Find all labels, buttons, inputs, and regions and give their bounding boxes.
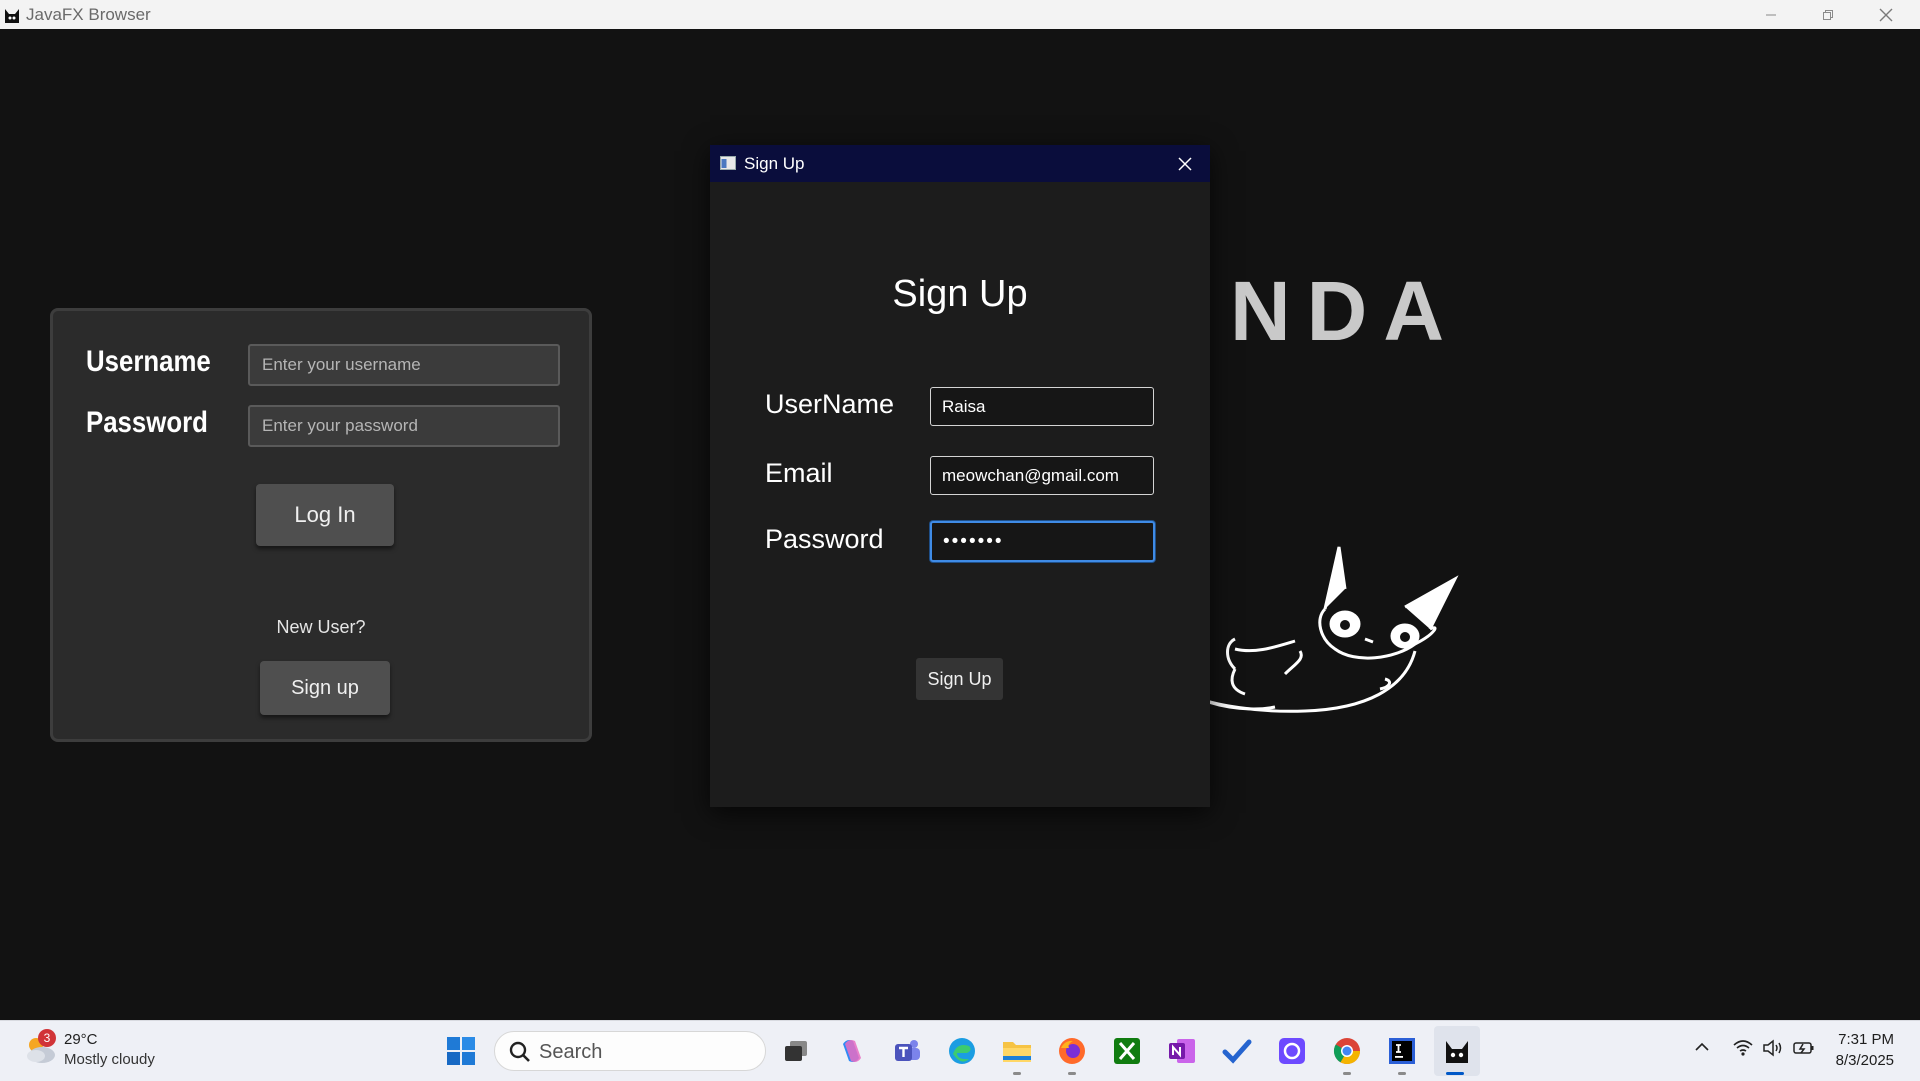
- volume-control[interactable]: [1762, 1039, 1784, 1062]
- active-indicator: [1446, 1072, 1464, 1075]
- search-icon: [509, 1041, 530, 1062]
- close-icon: [1879, 8, 1893, 21]
- teams-icon: [895, 1040, 920, 1061]
- login-button[interactable]: Log In: [256, 484, 394, 546]
- weather-notification-badge: 3: [38, 1029, 56, 1047]
- signup-username-input[interactable]: [930, 387, 1154, 426]
- onenote-icon: [1169, 1039, 1195, 1063]
- window-title: JavaFX Browser: [26, 5, 151, 24]
- xbox-icon: [1114, 1038, 1140, 1064]
- running-indicator: [1398, 1072, 1406, 1075]
- taskbar-todo[interactable]: [1219, 1033, 1255, 1069]
- running-indicator: [1068, 1072, 1076, 1075]
- show-hidden-icons-button[interactable]: [1694, 1039, 1710, 1060]
- running-indicator: [1343, 1072, 1351, 1075]
- dialog-close-button[interactable]: [1172, 151, 1198, 177]
- app-content: NDA Username Password Log In New User? S…: [0, 29, 1920, 1020]
- taskbar-file-explorer[interactable]: [999, 1033, 1035, 1069]
- username-label: Username: [86, 345, 211, 378]
- brand-logo-text: NDA: [1230, 264, 1460, 358]
- start-button[interactable]: [443, 1033, 479, 1069]
- weather-condition: Mostly cloudy: [64, 1051, 155, 1068]
- restore-button[interactable]: [1800, 0, 1856, 29]
- signup-dialog: Sign Up Sign Up UserName Email Password …: [710, 145, 1210, 807]
- dialog-titlebar: Sign Up: [710, 145, 1210, 182]
- taskbar-xbox[interactable]: [1109, 1033, 1145, 1069]
- battery-status[interactable]: [1792, 1039, 1816, 1062]
- password-label: Password: [86, 406, 208, 439]
- folder-icon: [1003, 1042, 1031, 1062]
- wifi-icon: [1733, 1040, 1753, 1056]
- signup-submit-button[interactable]: Sign Up: [916, 658, 1003, 700]
- cat-app-icon: [1446, 1041, 1468, 1063]
- speaker-icon: [1763, 1039, 1782, 1057]
- intellij-icon: [1389, 1038, 1415, 1064]
- taskbar-firefox[interactable]: [1054, 1033, 1090, 1069]
- close-icon: [1178, 157, 1192, 171]
- window-close-button[interactable]: [1858, 0, 1914, 29]
- taskbar-javafx-browser[interactable]: [1439, 1033, 1475, 1069]
- window-titlebar: JavaFX Browser: [0, 0, 1920, 29]
- taskbar-edge[interactable]: [944, 1033, 980, 1069]
- proton-icon: [1279, 1038, 1305, 1064]
- taskbar-teams[interactable]: [889, 1033, 925, 1069]
- signup-email-input[interactable]: [930, 456, 1154, 495]
- checkmark-todo-icon: [1222, 1039, 1252, 1064]
- cat-app-icon: [5, 9, 19, 23]
- window-icon: [720, 156, 736, 170]
- taskbar-task-view[interactable]: [778, 1033, 814, 1069]
- wifi-status[interactable]: [1733, 1039, 1753, 1062]
- chevron-up-icon: [1695, 1042, 1709, 1051]
- restore-icon: [1823, 9, 1833, 20]
- signup-username-label: UserName: [765, 389, 895, 419]
- taskbar: 3 29°C Mostly cloudy Search 7:31 PM 8/3/…: [0, 1020, 1920, 1081]
- firefox-icon: [1059, 1038, 1085, 1064]
- taskbar-chrome[interactable]: [1329, 1033, 1365, 1069]
- copilot-icon: [843, 1040, 861, 1062]
- new-user-text: New User?: [276, 617, 366, 637]
- password-input[interactable]: [248, 405, 560, 447]
- taskbar-onenote[interactable]: [1164, 1033, 1200, 1069]
- running-indicator: [1013, 1072, 1021, 1075]
- username-input[interactable]: [248, 344, 560, 386]
- login-panel: Username Password Log In New User? Sign …: [50, 308, 592, 742]
- clock-time: 7:31 PM: [1838, 1031, 1894, 1048]
- minimize-icon: [1766, 14, 1776, 15]
- chrome-icon: [1333, 1038, 1361, 1065]
- dialog-heading: Sign Up: [892, 273, 1028, 315]
- open-signup-button[interactable]: Sign up: [260, 661, 390, 715]
- dialog-title: Sign Up: [744, 154, 805, 173]
- clock-date: 8/3/2025: [1835, 1052, 1894, 1069]
- task-view-icon: [785, 1041, 807, 1061]
- edge-icon: [949, 1038, 975, 1064]
- search-placeholder: Search: [539, 1041, 603, 1063]
- taskbar-intellij[interactable]: [1384, 1033, 1420, 1069]
- signup-password-label: Password: [765, 524, 884, 554]
- taskbar-proton[interactable]: [1274, 1033, 1310, 1069]
- signup-email-label: Email: [765, 458, 833, 488]
- signup-password-input[interactable]: [930, 521, 1155, 562]
- taskbar-search[interactable]: Search: [494, 1031, 766, 1071]
- battery-charging-icon: [1793, 1042, 1814, 1054]
- minimize-button[interactable]: [1743, 0, 1799, 29]
- taskbar-copilot[interactable]: [834, 1033, 870, 1069]
- cat-illustration: [1195, 546, 1459, 713]
- weather-temperature: 29°C: [64, 1031, 98, 1048]
- windows-start-icon: [447, 1037, 475, 1065]
